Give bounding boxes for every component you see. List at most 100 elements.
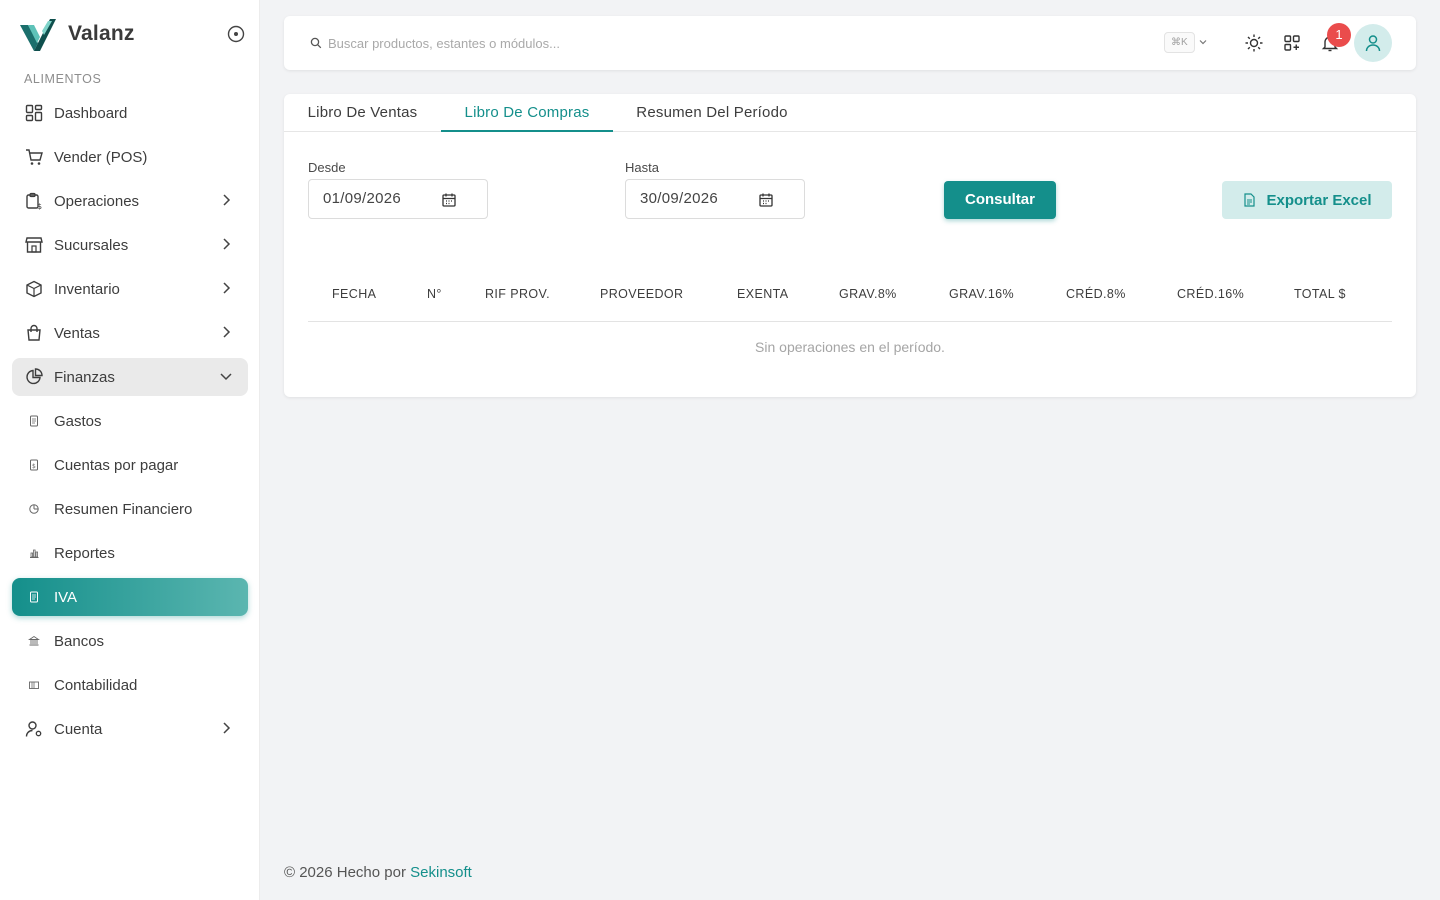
column-header[interactable]: TOTAL $ [1294, 287, 1346, 301]
sidebar-item-gastos[interactable]: Gastos [12, 402, 248, 440]
sidebar-item-reportes[interactable]: Reportes [12, 534, 248, 572]
invoice-icon: $ [24, 455, 44, 475]
tab-bar: Libro De Ventas Libro De Compras Resumen… [284, 94, 1416, 132]
svg-text:$: $ [32, 463, 36, 470]
topbar: ⌘K 1 [284, 16, 1416, 70]
shopping-bag-icon [24, 323, 44, 343]
receipt-icon [24, 411, 44, 431]
from-date-value: 01/09/2026 [323, 190, 402, 207]
svg-text:$: $ [37, 202, 42, 210]
sidebar-item-label: Reportes [54, 544, 115, 562]
clipboard-money-icon: $ [24, 191, 44, 211]
search-input[interactable] [328, 32, 928, 54]
dashboard-icon [24, 103, 44, 123]
from-date-label: Desde [308, 160, 346, 175]
column-header[interactable]: EXENTA [737, 287, 789, 301]
column-header[interactable]: PROVEEDOR [600, 287, 683, 301]
chevron-right-icon [223, 722, 231, 734]
iva-book-card: Libro De Ventas Libro De Compras Resumen… [284, 94, 1416, 397]
footer-copyright: © 2026 Hecho por [284, 864, 406, 881]
shortcut-badge: ⌘K [1164, 32, 1195, 53]
sidebar: Valanz ALIMENTOS Dashboard Vender (POS) … [0, 0, 260, 900]
sidebar-item-label: Bancos [54, 632, 105, 650]
tab-libro-ventas[interactable]: Libro De Ventas [284, 94, 441, 132]
apps-grid-icon[interactable] [1282, 33, 1302, 53]
brand[interactable]: Valanz [20, 16, 135, 52]
sidebar-item-label: Gastos [54, 412, 102, 430]
to-date-value: 30/09/2026 [640, 190, 719, 207]
ledger-icon [24, 675, 44, 695]
sidebar-item-label: Contabilidad [54, 676, 138, 694]
consultar-button[interactable]: Consultar [944, 181, 1056, 219]
sidebar-item-label: Dashboard [54, 104, 128, 122]
calendar-icon[interactable] [758, 192, 774, 208]
sidebar-item-label: Cuenta [54, 720, 103, 738]
column-header[interactable]: N° [427, 287, 442, 301]
chevron-down-icon[interactable] [1198, 37, 1208, 47]
brand-name: Valanz [68, 22, 135, 45]
from-date-field[interactable]: 01/09/2026 [308, 179, 488, 219]
tab-libro-compras[interactable]: Libro De Compras [441, 94, 613, 132]
pie-small-icon [24, 499, 44, 519]
cart-icon [24, 147, 44, 167]
chevron-right-icon [223, 238, 231, 250]
sidebar-item-label: Vender (POS) [54, 148, 148, 166]
footer-company-link[interactable]: Sekinsoft [410, 864, 472, 881]
sidebar-item-label: Inventario [54, 280, 120, 298]
search-icon [310, 37, 322, 49]
export-excel-button[interactable]: Exportar Excel [1222, 181, 1392, 219]
sidebar-item-inventario[interactable]: Inventario [12, 270, 248, 308]
user-avatar[interactable] [1354, 24, 1392, 62]
sidebar-item-iva[interactable]: IVA [12, 578, 248, 616]
export-excel-label: Exportar Excel [1266, 191, 1372, 209]
user-settings-icon [24, 719, 44, 739]
footer: © 2026 Hecho por Sekinsoft [284, 864, 472, 881]
to-date-label: Hasta [625, 160, 659, 175]
valanz-logo-icon [20, 19, 56, 51]
calendar-icon[interactable] [441, 192, 457, 208]
sidebar-item-operaciones[interactable]: $ Operaciones [12, 182, 248, 220]
sidebar-item-label: Finanzas [54, 368, 115, 386]
bar-chart-icon [24, 543, 44, 563]
sidebar-item-pos[interactable]: Vender (POS) [12, 138, 248, 176]
sidebar-menu: Dashboard Vender (POS) $ Operaciones Suc… [12, 94, 248, 754]
column-header[interactable]: GRAV.16% [949, 287, 1014, 301]
column-header[interactable]: GRAV.8% [839, 287, 897, 301]
sidebar-item-cuenta[interactable]: Cuenta [12, 710, 248, 748]
box-icon [24, 279, 44, 299]
sidebar-item-dashboard[interactable]: Dashboard [12, 94, 248, 132]
sidebar-item-label: IVA [54, 588, 78, 606]
sidebar-collapse-icon[interactable] [226, 24, 246, 44]
sidebar-item-label: Cuentas por pagar [54, 456, 179, 474]
bank-icon [24, 631, 44, 651]
column-header[interactable]: CRÉD.8% [1066, 287, 1126, 301]
sidebar-item-resumen-financiero[interactable]: Resumen Financiero [12, 490, 248, 528]
sidebar-section-label: ALIMENTOS [24, 72, 102, 86]
sidebar-item-sucursales[interactable]: Sucursales [12, 226, 248, 264]
sidebar-item-label: Ventas [54, 324, 100, 342]
chevron-right-icon [223, 194, 231, 206]
sidebar-item-contabilidad[interactable]: Contabilidad [12, 666, 248, 704]
theme-toggle-sun-icon[interactable] [1244, 33, 1264, 53]
sidebar-item-cuentas-por-pagar[interactable]: $ Cuentas por pagar [12, 446, 248, 484]
table-header: FECHA N° RIF PROV. PROVEEDOR EXENTA GRAV… [308, 272, 1392, 322]
sidebar-item-label: Sucursales [54, 236, 129, 254]
sidebar-item-bancos[interactable]: Bancos [12, 622, 248, 660]
user-icon [1365, 35, 1381, 52]
sidebar-item-ventas[interactable]: Ventas [12, 314, 248, 352]
store-icon [24, 235, 44, 255]
tab-resumen-periodo[interactable]: Resumen Del Período [613, 94, 811, 132]
column-header[interactable]: FECHA [332, 287, 376, 301]
sidebar-item-label: Operaciones [54, 192, 140, 210]
empty-state-message: Sin operaciones en el período. [755, 339, 945, 355]
column-header[interactable]: RIF PROV. [485, 287, 550, 301]
sidebar-item-finanzas[interactable]: Finanzas [12, 358, 248, 396]
excel-file-icon [1244, 193, 1256, 207]
pie-chart-icon [24, 367, 44, 387]
chevron-right-icon [223, 282, 231, 294]
notification-badge: 1 [1327, 23, 1351, 47]
chevron-right-icon [223, 326, 231, 338]
column-header[interactable]: CRÉD.16% [1177, 287, 1244, 301]
tax-document-icon [24, 587, 44, 607]
to-date-field[interactable]: 30/09/2026 [625, 179, 805, 219]
